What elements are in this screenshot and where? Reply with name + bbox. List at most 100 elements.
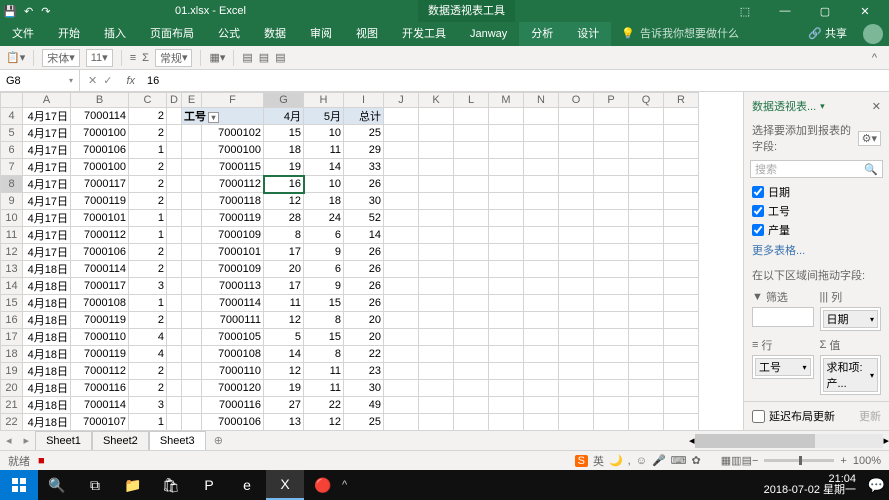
tellme-box[interactable]: 💡告诉我你想要做什么 — [621, 22, 739, 46]
cell[interactable]: 26 — [344, 278, 384, 295]
cell[interactable]: 7000108 — [71, 295, 129, 312]
cell[interactable]: 7000112 — [71, 363, 129, 380]
cell[interactable]: 6 — [304, 227, 344, 244]
ribbon-collapse-icon[interactable]: ^ — [866, 52, 883, 64]
cell[interactable]: 7000112 — [71, 227, 129, 244]
row-header[interactable]: 18 — [1, 346, 23, 363]
row-header[interactable]: 19 — [1, 363, 23, 380]
cell[interactable]: 30 — [344, 380, 384, 397]
cell[interactable]: 4月18日 — [23, 295, 71, 312]
autosum-icon[interactable]: Σ — [142, 52, 149, 64]
cell[interactable]: 4月17日 — [23, 227, 71, 244]
font-combo[interactable]: 宋体 ▾ — [42, 49, 80, 67]
cell[interactable]: 10 — [304, 176, 344, 193]
row-header[interactable]: 11 — [1, 227, 23, 244]
cell[interactable]: 2 — [129, 193, 167, 210]
cell[interactable]: 18 — [304, 193, 344, 210]
maximize-button[interactable]: ▢ — [805, 5, 845, 18]
column-header[interactable]: Q — [629, 93, 664, 108]
cell[interactable]: 7000116 — [202, 397, 264, 414]
powerpoint-icon[interactable]: P — [190, 470, 228, 500]
column-header[interactable]: R — [664, 93, 699, 108]
cell[interactable]: 7000114 — [71, 261, 129, 278]
explorer-icon[interactable]: 📁 — [114, 470, 152, 500]
pivot-col-header[interactable]: 5月 — [304, 108, 344, 125]
columns-chip[interactable]: 日期▾ — [823, 310, 879, 328]
start-button[interactable] — [0, 470, 38, 500]
redo-icon[interactable]: ↷ — [37, 5, 54, 18]
column-header[interactable]: C — [129, 93, 167, 108]
cell[interactable]: 7000119 — [71, 193, 129, 210]
values-chip[interactable]: 求和项:产...▾ — [823, 358, 879, 392]
row-header[interactable]: 21 — [1, 397, 23, 414]
row-header[interactable]: 20 — [1, 380, 23, 397]
user-avatar[interactable] — [863, 24, 883, 44]
cell[interactable]: 4月17日 — [23, 108, 71, 125]
cell[interactable]: 26 — [344, 244, 384, 261]
cell[interactable]: 4月18日 — [23, 329, 71, 346]
row-header[interactable]: 4 — [1, 108, 23, 125]
row-header[interactable]: 10 — [1, 210, 23, 227]
recorder-icon[interactable]: 🔴 — [304, 470, 342, 500]
tab-formulas[interactable]: 公式 — [206, 22, 252, 46]
cell[interactable]: 7000117 — [71, 278, 129, 295]
edge-icon[interactable]: e — [228, 470, 266, 500]
undo-icon[interactable]: ↶ — [20, 5, 37, 18]
cell[interactable]: 2 — [129, 244, 167, 261]
cell[interactable]: 7000114 — [71, 397, 129, 414]
more-tables-link[interactable]: 更多表格... — [752, 242, 881, 258]
cell[interactable]: 25 — [344, 414, 384, 431]
column-header[interactable]: F — [202, 93, 264, 108]
column-header[interactable]: N — [524, 93, 559, 108]
field-checkbox-row[interactable]: 产量 — [752, 222, 881, 238]
field-checkbox[interactable] — [752, 186, 764, 198]
cell[interactable]: 4月17日 — [23, 210, 71, 227]
cell[interactable]: 8 — [264, 227, 304, 244]
tab-data[interactable]: 数据 — [252, 22, 298, 46]
cell[interactable]: 4月18日 — [23, 312, 71, 329]
cell[interactable]: 7000110 — [71, 329, 129, 346]
tab-nav-next-icon[interactable]: ▸ — [18, 434, 36, 447]
cell[interactable]: 12 — [264, 312, 304, 329]
cell[interactable]: 7000106 — [202, 414, 264, 431]
excel-taskbar-icon[interactable]: X — [266, 470, 304, 500]
cell[interactable]: 20 — [344, 312, 384, 329]
field-checkbox-row[interactable]: 日期 — [752, 184, 881, 200]
row-header[interactable]: 15 — [1, 295, 23, 312]
cell[interactable]: 8 — [304, 312, 344, 329]
column-header[interactable]: M — [489, 93, 524, 108]
column-header[interactable]: O — [559, 93, 594, 108]
cell[interactable]: 19 — [264, 380, 304, 397]
cell[interactable]: 4月18日 — [23, 346, 71, 363]
cell[interactable]: 11 — [304, 142, 344, 159]
row-header[interactable]: 14 — [1, 278, 23, 295]
cell[interactable]: 7000119 — [71, 312, 129, 329]
cell[interactable]: 7000118 — [202, 193, 264, 210]
column-header[interactable]: G — [264, 93, 304, 108]
tab-view[interactable]: 视图 — [344, 22, 390, 46]
zoom-in-button[interactable]: + — [840, 455, 846, 467]
cell[interactable]: 7000119 — [202, 210, 264, 227]
cell[interactable]: 4 — [129, 329, 167, 346]
column-header[interactable]: K — [419, 93, 454, 108]
row-header[interactable]: 12 — [1, 244, 23, 261]
pivot-row-label[interactable]: 工号▾ — [182, 108, 264, 125]
cell[interactable]: 7000112 — [202, 176, 264, 193]
cell[interactable]: 4月17日 — [23, 159, 71, 176]
cell[interactable]: 7000108 — [202, 346, 264, 363]
new-sheet-button[interactable]: ⊕ — [206, 434, 231, 447]
cell[interactable]: 7000111 — [202, 312, 264, 329]
cell[interactable]: 5 — [264, 329, 304, 346]
row-header[interactable]: 5 — [1, 125, 23, 142]
tab-analyze[interactable]: 分析 — [519, 22, 565, 46]
cell[interactable]: 10 — [304, 125, 344, 142]
close-button[interactable]: ✕ — [845, 5, 885, 18]
cell[interactable]: 13 — [264, 414, 304, 431]
cell[interactable]: 30 — [344, 193, 384, 210]
column-header[interactable]: P — [594, 93, 629, 108]
column-header[interactable]: A — [23, 93, 71, 108]
cell[interactable]: 33 — [344, 159, 384, 176]
cell[interactable]: 4月18日 — [23, 380, 71, 397]
cell[interactable]: 4月17日 — [23, 244, 71, 261]
sheet-tab[interactable]: Sheet2 — [92, 431, 149, 450]
